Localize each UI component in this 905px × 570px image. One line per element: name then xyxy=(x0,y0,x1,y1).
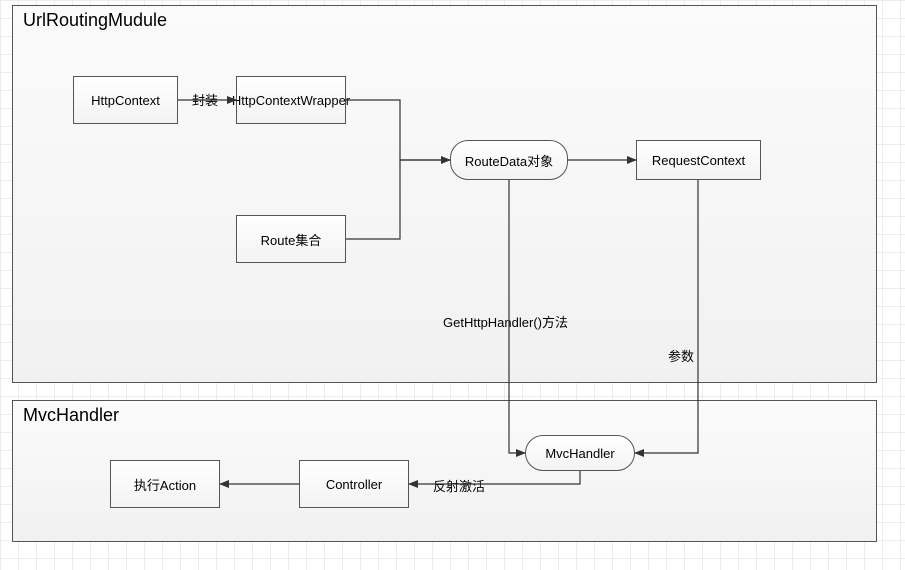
edge-label-param: 参数 xyxy=(668,346,694,365)
edge-label-reflect-activate: 反射激活 xyxy=(433,476,485,495)
group-title-mvc-handler: MvcHandler xyxy=(23,405,119,426)
node-request-context: RequestContext xyxy=(636,140,761,180)
edge-label-wrap: 封装 xyxy=(192,90,218,109)
group-title-url-routing: UrlRoutingMudule xyxy=(23,10,167,31)
diagram-canvas: UrlRoutingMudule MvcHandler HttpContext … xyxy=(0,0,905,570)
node-http-context: HttpContext xyxy=(73,76,178,124)
node-http-context-wrapper: HttpContextWrapper xyxy=(236,76,346,124)
node-mvc-handler: MvcHandler xyxy=(525,435,635,471)
node-route-data: RouteData对象 xyxy=(450,140,568,180)
node-execute-action: 执行Action xyxy=(110,460,220,508)
node-route-collection: Route集合 xyxy=(236,215,346,263)
edge-label-get-http-handler: GetHttpHandler()方法 xyxy=(443,312,568,331)
node-controller: Controller xyxy=(299,460,409,508)
